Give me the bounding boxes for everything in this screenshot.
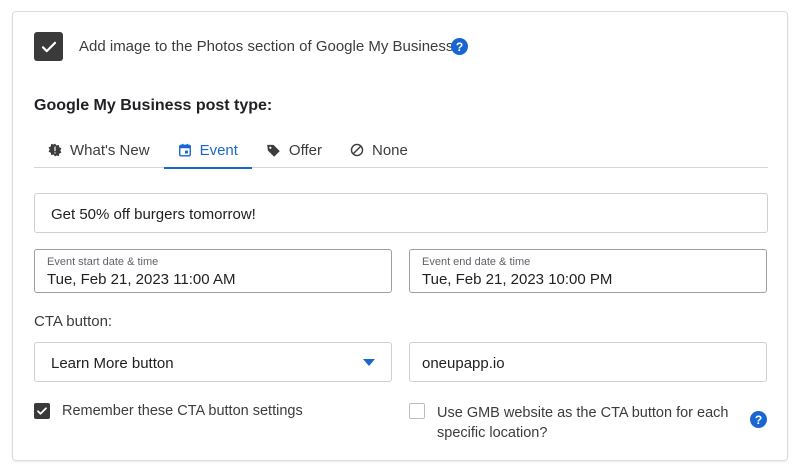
photos-checkbox[interactable] xyxy=(34,32,63,61)
event-end-value: Tue, Feb 21, 2023 10:00 PM xyxy=(422,271,613,288)
event-start-field[interactable]: Event start date & time Tue, Feb 21, 202… xyxy=(34,249,392,293)
remember-cta-label: Remember these CTA button settings xyxy=(62,403,303,419)
tab-label: What's New xyxy=(70,141,150,159)
use-gmb-website-checkbox[interactable] xyxy=(409,403,425,419)
tab-label: Offer xyxy=(288,141,322,159)
gmb-settings-card: Add image to the Photos section of Googl… xyxy=(12,11,788,461)
tab-whats-new[interactable]: What's New xyxy=(34,132,164,168)
event-start-value: Tue, Feb 21, 2023 11:00 AM xyxy=(47,271,236,288)
check-icon xyxy=(37,407,47,415)
block-icon xyxy=(350,143,364,157)
cta-selected-value: Learn More button xyxy=(51,355,174,372)
use-gmb-website-label: Use GMB website as the CTA button for ea… xyxy=(437,405,729,441)
cta-url-value: oneupapp.io xyxy=(422,355,505,372)
event-start-label: Event start date & time xyxy=(47,256,159,268)
post-type-title: Google My Business post type: xyxy=(34,97,273,114)
remember-cta-checkbox[interactable] xyxy=(34,403,50,419)
photos-checkbox-label: Add image to the Photos section of Googl… xyxy=(79,38,462,55)
tab-event[interactable]: Event xyxy=(163,132,253,169)
tag-icon xyxy=(266,143,281,158)
caret-down-icon xyxy=(363,359,375,366)
tab-label: Event xyxy=(199,141,238,159)
cta-url-input[interactable]: oneupapp.io xyxy=(409,342,767,382)
post-type-tabs: What's New Event Offer None xyxy=(34,132,768,169)
event-end-label: Event end date & time xyxy=(422,256,531,268)
event-title-input[interactable]: Get 50% off burgers tomorrow! xyxy=(34,193,768,233)
cta-button-select[interactable]: Learn More button xyxy=(34,342,392,382)
calendar-icon xyxy=(178,143,192,157)
tab-offer[interactable]: Offer xyxy=(252,132,336,168)
help-icon[interactable]: ? xyxy=(750,411,767,428)
burst-icon xyxy=(48,143,62,157)
tab-none[interactable]: None xyxy=(336,132,422,168)
help-icon[interactable]: ? xyxy=(451,38,468,55)
cta-section-label: CTA button: xyxy=(34,313,113,330)
check-icon xyxy=(41,41,56,52)
tab-label: None xyxy=(372,141,408,159)
event-title-value: Get 50% off burgers tomorrow! xyxy=(51,206,256,223)
event-end-field[interactable]: Event end date & time Tue, Feb 21, 2023 … xyxy=(409,249,767,293)
